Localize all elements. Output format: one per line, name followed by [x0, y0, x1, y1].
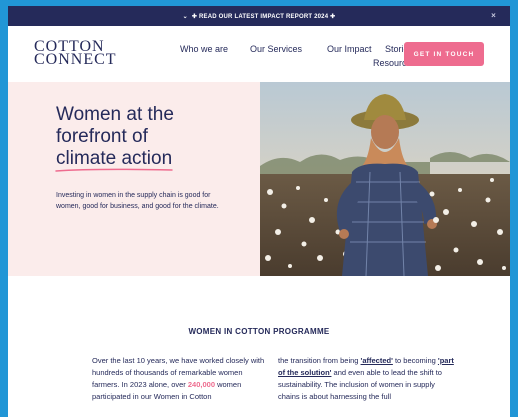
browser-page: ⌄ ✚ READ OUR LATEST IMPACT REPORT 2024 ✚…	[8, 6, 510, 417]
programme-heading: WOMEN IN COTTON PROGRAMME	[188, 327, 330, 336]
cotton-farmer-photo	[260, 82, 510, 276]
hero-title-highlight: climate action	[55, 148, 173, 172]
underline-stroke-icon	[55, 168, 173, 172]
programme-text-left: Over the last 10 years, we have worked c…	[92, 355, 270, 403]
close-icon[interactable]: ×	[491, 11, 496, 20]
hero-title-line-1: Women at the	[56, 104, 174, 125]
women-count-highlight: 240,000	[187, 380, 216, 389]
programme-right-text-1: the transition from being	[278, 356, 361, 365]
hero-subtitle: Investing in women in the supply chain i…	[56, 192, 219, 210]
hero-text-panel: Women at the forefront of climate action…	[8, 82, 260, 276]
main-navigation: COTTON CONNECT Who we are Our Services O…	[8, 26, 510, 82]
hero-title: Women at the forefront of climate action	[55, 104, 236, 172]
get-in-touch-button[interactable]: GET IN TOUCH	[404, 42, 484, 66]
hero-title-line-2: forefront of	[56, 126, 148, 147]
cotton-connect-logo[interactable]: COTTON CONNECT	[34, 39, 117, 68]
affected-link[interactable]: 'affected'	[361, 356, 393, 365]
programme-text-right: the transition from being 'affected' to …	[278, 355, 456, 403]
chevron-down-icon[interactable]: ⌄	[183, 13, 188, 20]
programme-right-text-2: to becoming	[392, 356, 438, 365]
hero-section: Women at the forefront of climate action…	[8, 82, 510, 276]
announcement-bar[interactable]: ⌄ ✚ READ OUR LATEST IMPACT REPORT 2024 ✚…	[8, 6, 510, 26]
nav-our-services[interactable]: Our Services	[250, 44, 302, 54]
nav-who-we-are[interactable]: Who we are	[180, 44, 228, 54]
nav-our-impact[interactable]: Our Impact	[327, 44, 372, 54]
logo-line-2: CONNECT	[34, 51, 117, 68]
announcement-link[interactable]: ✚ READ OUR LATEST IMPACT REPORT 2024 ✚	[192, 13, 335, 20]
